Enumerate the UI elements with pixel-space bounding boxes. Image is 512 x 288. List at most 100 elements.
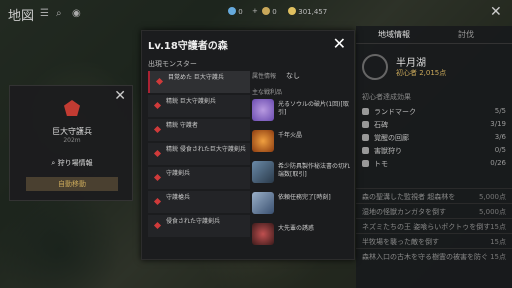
tab-hunt[interactable]: 討伐 — [458, 29, 474, 40]
orb-icon — [252, 223, 274, 245]
monster-icon — [153, 221, 162, 230]
monster-list: 目覚めた 巨大守護兵 精鋭 巨大守護剣兵 精鋭 守護者 精鋭 侵食された巨大守護… — [148, 71, 250, 239]
monster-icon — [153, 101, 162, 110]
monster-section-label: 出現モンスター — [148, 60, 197, 68]
crystal-icon — [228, 7, 236, 15]
list-item[interactable]: 石碑 3/19 — [362, 119, 506, 132]
quest-label: 半牧場を襲った敵を倒す — [362, 238, 439, 246]
quest-label: 湿地の怪獣カンガタを倒す — [362, 208, 446, 216]
monster-item[interactable]: 精鋭 侵食された巨大守護剣兵 — [148, 143, 250, 165]
monster-label: 守護剣兵 — [166, 170, 191, 177]
drop-list: 光るソウルの破片(1回)[取引] 千年火晶 希少防具製作秘法書の切れ端数[取引]… — [252, 97, 352, 252]
monster-label: 侵食された守護剣兵 — [166, 218, 221, 225]
drop-name: 大先輩の誘惑 — [278, 225, 315, 232]
region-info-panel: 地域情報 討伐 半月湖 初心者 2,015点 初心者達成効果 ランドマーク 5/5… — [356, 26, 512, 288]
drop-item[interactable]: 千年火晶 — [252, 128, 352, 156]
gold-value: 301,457 — [298, 8, 328, 16]
list-item[interactable]: ランドマーク 5/5 — [362, 106, 506, 119]
monster-label: 守護槍兵 — [166, 194, 191, 201]
search-icon[interactable]: ⌕ — [56, 8, 62, 19]
monster-item[interactable]: 精鋭 守護者 — [148, 119, 250, 141]
soul-shard-icon — [252, 99, 274, 121]
list-item[interactable]: 覚醒の回廊 3/6 — [362, 132, 506, 145]
quest-item[interactable]: 森林入口の古木を守る樹霊の被害を防ぐ 15点 — [356, 248, 512, 263]
quest-label: 森林入口の古木を守る樹霊の被害を防ぐ — [362, 253, 488, 261]
stone-icon — [362, 121, 369, 128]
distance-label: 202m — [63, 137, 81, 144]
monster-label: 精鋭 侵食された巨大守護剣兵 — [166, 146, 246, 153]
drop-name: 希少防具製作秘法書の切れ端数[取引] — [278, 163, 351, 178]
monster-item[interactable]: 目覚めた 巨大守護兵 — [148, 71, 250, 93]
quest-item[interactable]: 森の聖溝した監視者 超森林を 5,000点 — [356, 188, 512, 203]
region-tabs: 地域情報 討伐 — [356, 26, 512, 44]
monster-item[interactable]: 守護槍兵 — [148, 191, 250, 213]
quest-label: 森の聖溝した監視者 超森林を — [362, 193, 456, 201]
achievement-list: ランドマーク 5/5 石碑 3/19 覚醒の回廊 3/6 害獣狩り 0/5 トモ 0/26 — [362, 106, 506, 171]
landmark-icon — [362, 108, 369, 115]
quest-points: 15点 — [490, 253, 506, 261]
monster-icon — [153, 197, 162, 206]
document-icon — [252, 192, 274, 214]
portal-icon — [362, 134, 369, 141]
monster-icon — [155, 77, 164, 86]
fire-crystal-icon — [252, 130, 274, 152]
drop-item[interactable]: 依頼任務完了[時刻] — [252, 190, 352, 218]
add-button[interactable]: + — [252, 7, 258, 15]
drop-name: 千年火晶 — [278, 132, 303, 139]
drop-item[interactable]: 光るソウルの破片(1回)[取引] — [252, 97, 352, 125]
hunt-icon — [362, 147, 369, 154]
filter-icon[interactable]: ☰ — [40, 8, 49, 19]
region-score: 初心者 2,015点 — [396, 69, 447, 77]
monster-label: 精鋭 守護者 — [166, 122, 198, 129]
monster-item[interactable]: 精鋭 巨大守護剣兵 — [148, 95, 250, 117]
hunt-info-label: 狩り場情報 — [57, 159, 93, 167]
auto-move-button[interactable]: 自動移動 — [26, 177, 118, 191]
quest-item[interactable]: ネズミたちの王 姿喰らいポクトゥを倒す 15点 — [356, 218, 512, 233]
currency-2: 0 — [262, 7, 277, 16]
location-pin-icon[interactable]: ◉ — [72, 8, 81, 19]
drop-item[interactable]: 大先輩の誘惑 — [252, 221, 352, 249]
currency-1-value: 0 — [238, 8, 243, 16]
drops-label: 主な戦利品 — [252, 89, 283, 96]
close-icon[interactable]: ✕ — [490, 4, 502, 20]
quest-points: 15点 — [490, 238, 506, 246]
top-bar: 地図 ☰ ⌕ ◉ 0 + 0 301,457 ✕ — [0, 0, 512, 26]
close-icon[interactable]: ✕ — [333, 34, 346, 53]
scroll-icon — [252, 161, 274, 183]
close-icon[interactable]: ✕ — [114, 88, 126, 104]
list-item[interactable]: トモ 0/26 — [362, 158, 506, 171]
drop-name: 光るソウルの破片(1回)[取引] — [278, 101, 349, 116]
drop-item[interactable]: 希少防具製作秘法書の切れ端数[取引] — [252, 159, 352, 187]
currency-1: 0 — [228, 7, 243, 16]
quest-points: 5,000点 — [478, 208, 506, 216]
achievement-header: 初心者達成効果 — [362, 93, 411, 101]
modal-title: Lv.18守護者の森 — [148, 41, 228, 52]
tab-region-info[interactable]: 地域情報 — [378, 29, 410, 40]
drop-name: 依頼任務完了[時刻] — [278, 194, 331, 201]
hunt-info-button[interactable]: ⌕ 狩り場情報 — [26, 156, 118, 170]
list-item[interactable]: 害獣狩り 0/5 — [362, 145, 506, 158]
region-progress-icon — [362, 54, 388, 80]
totem-icon — [362, 160, 369, 167]
monster-card: ✕ 巨大守護兵 202m ⌕ 狩り場情報 自動移動 — [9, 85, 133, 201]
monster-label: 目覚めた 巨大守護兵 — [168, 74, 224, 81]
monster-label: 精鋭 巨大守護剣兵 — [166, 98, 216, 105]
currency-3: 301,457 — [288, 7, 327, 16]
quest-label: ネズミたちの王 姿喰らいポクトゥを倒す — [362, 223, 491, 231]
quest-points: 15点 — [490, 223, 506, 231]
monster-icon — [153, 173, 162, 182]
monster-name: 巨大守護兵 — [52, 127, 92, 136]
coin-icon — [262, 7, 270, 15]
quest-item[interactable]: 湿地の怪獣カンガタを倒す 5,000点 — [356, 203, 512, 218]
currency-2-value: 0 — [272, 8, 277, 16]
monster-item[interactable]: 侵食された守護剣兵 — [148, 215, 250, 237]
quest-points: 5,000点 — [478, 193, 506, 201]
quest-item[interactable]: 半牧場を襲った敵を倒す 15点 — [356, 233, 512, 248]
region-name: 半月湖 — [396, 58, 426, 69]
map-title: 地図 — [8, 9, 35, 24]
attribute-value: なし — [286, 72, 300, 80]
monster-icon — [153, 149, 162, 158]
monster-icon — [153, 125, 162, 134]
search-icon: ⌕ — [51, 159, 56, 167]
monster-item[interactable]: 守護剣兵 — [148, 167, 250, 189]
